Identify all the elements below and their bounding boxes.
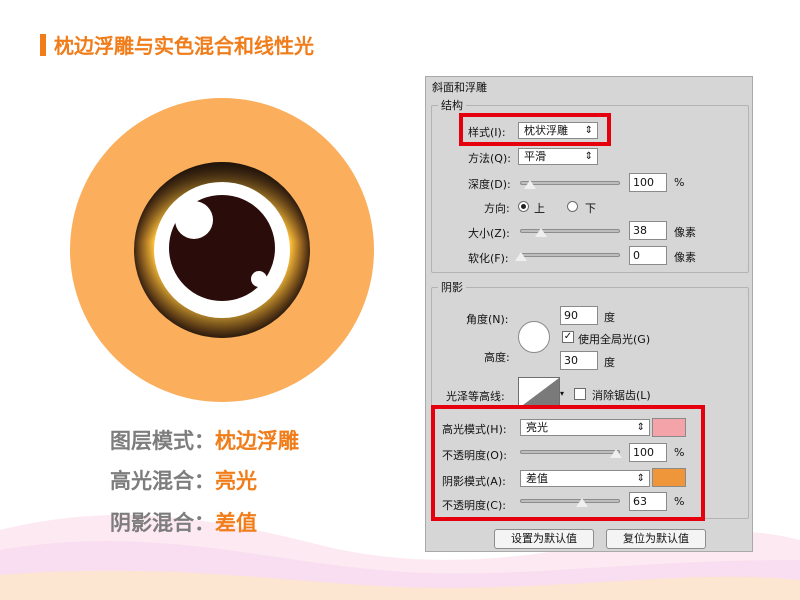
depth-slider-thumb[interactable] [524,180,536,189]
size-input[interactable]: 38 [629,221,667,240]
info-value: 差值 [215,511,257,535]
altitude-unit: 度 [604,356,615,369]
bevel-emboss-panel: 斜面和浮雕 结构 样式(I): 枕状浮雕 ⇕ 方法(Q): 平滑 ⇕ 深度(D): … [425,76,753,552]
technique-label: 方法(Q): [468,152,511,165]
shading-title: 阴影 [438,279,466,295]
global-light-checkbox[interactable]: ✓ [562,331,574,343]
angle-dial[interactable] [518,321,550,353]
direction-up-radio[interactable] [518,201,529,212]
direction-down-radio[interactable] [567,201,578,212]
style-highlight-box [459,113,611,146]
reset-default-button[interactable]: 复位为默认值 [606,529,706,549]
slide-title: 枕边浮雕与实色混合和线性光 [54,34,314,58]
altitude-input[interactable]: 30 [560,351,598,370]
panel-header: 斜面和浮雕 [432,81,487,94]
info-label: 图层模式： [110,429,215,453]
altitude-label: 高度: [484,351,510,364]
size-label: 大小(Z): [468,227,510,240]
select-arrow-icon: ⇕ [584,151,593,162]
gloss-contour-icon [519,378,559,408]
size-slider-thumb[interactable] [535,228,547,237]
depth-label: 深度(D): [468,178,511,191]
global-light-label: 使用全局光(G) [578,333,651,346]
info-label: 高光混合： [110,469,215,493]
chevron-down-icon[interactable]: ▾ [560,389,564,398]
gloss-contour-label: 光泽等高线: [446,390,505,403]
direction-down-label: 下 [585,202,596,215]
depth-unit: % [674,176,685,189]
info-value: 枕边浮雕 [215,429,299,453]
info-layer-mode: 图层模式：枕边浮雕 [110,425,299,455]
soften-slider[interactable] [520,253,620,257]
info-shadow-blend: 阴影混合：差值 [110,507,257,537]
eye-illustration [70,98,374,402]
set-default-button[interactable]: 设置为默认值 [494,529,594,549]
direction-label: 方向: [484,202,510,215]
soften-unit: 像素 [674,251,696,264]
antialias-label: 消除锯齿(L) [592,389,651,402]
technique-select[interactable]: 平滑 ⇕ [518,148,598,165]
size-unit: 像素 [674,226,696,239]
depth-input[interactable]: 100 [629,173,667,192]
technique-value: 平滑 [524,150,546,163]
shading-mode-highlight-box [431,405,705,521]
angle-label: 角度(N): [466,313,509,326]
info-highlight-blend: 高光混合：亮光 [110,465,257,495]
info-value: 亮光 [215,469,257,493]
structure-title: 结构 [438,97,466,113]
title-accent-bar [40,34,46,56]
soften-input[interactable]: 0 [629,246,667,265]
angle-input[interactable]: 90 [560,306,598,325]
soften-slider-thumb[interactable] [515,252,527,261]
soften-label: 软化(F): [468,252,509,265]
antialias-checkbox[interactable] [574,388,586,400]
info-label: 阴影混合： [110,511,215,535]
angle-unit: 度 [604,311,615,324]
direction-up-label: 上 [534,202,545,215]
